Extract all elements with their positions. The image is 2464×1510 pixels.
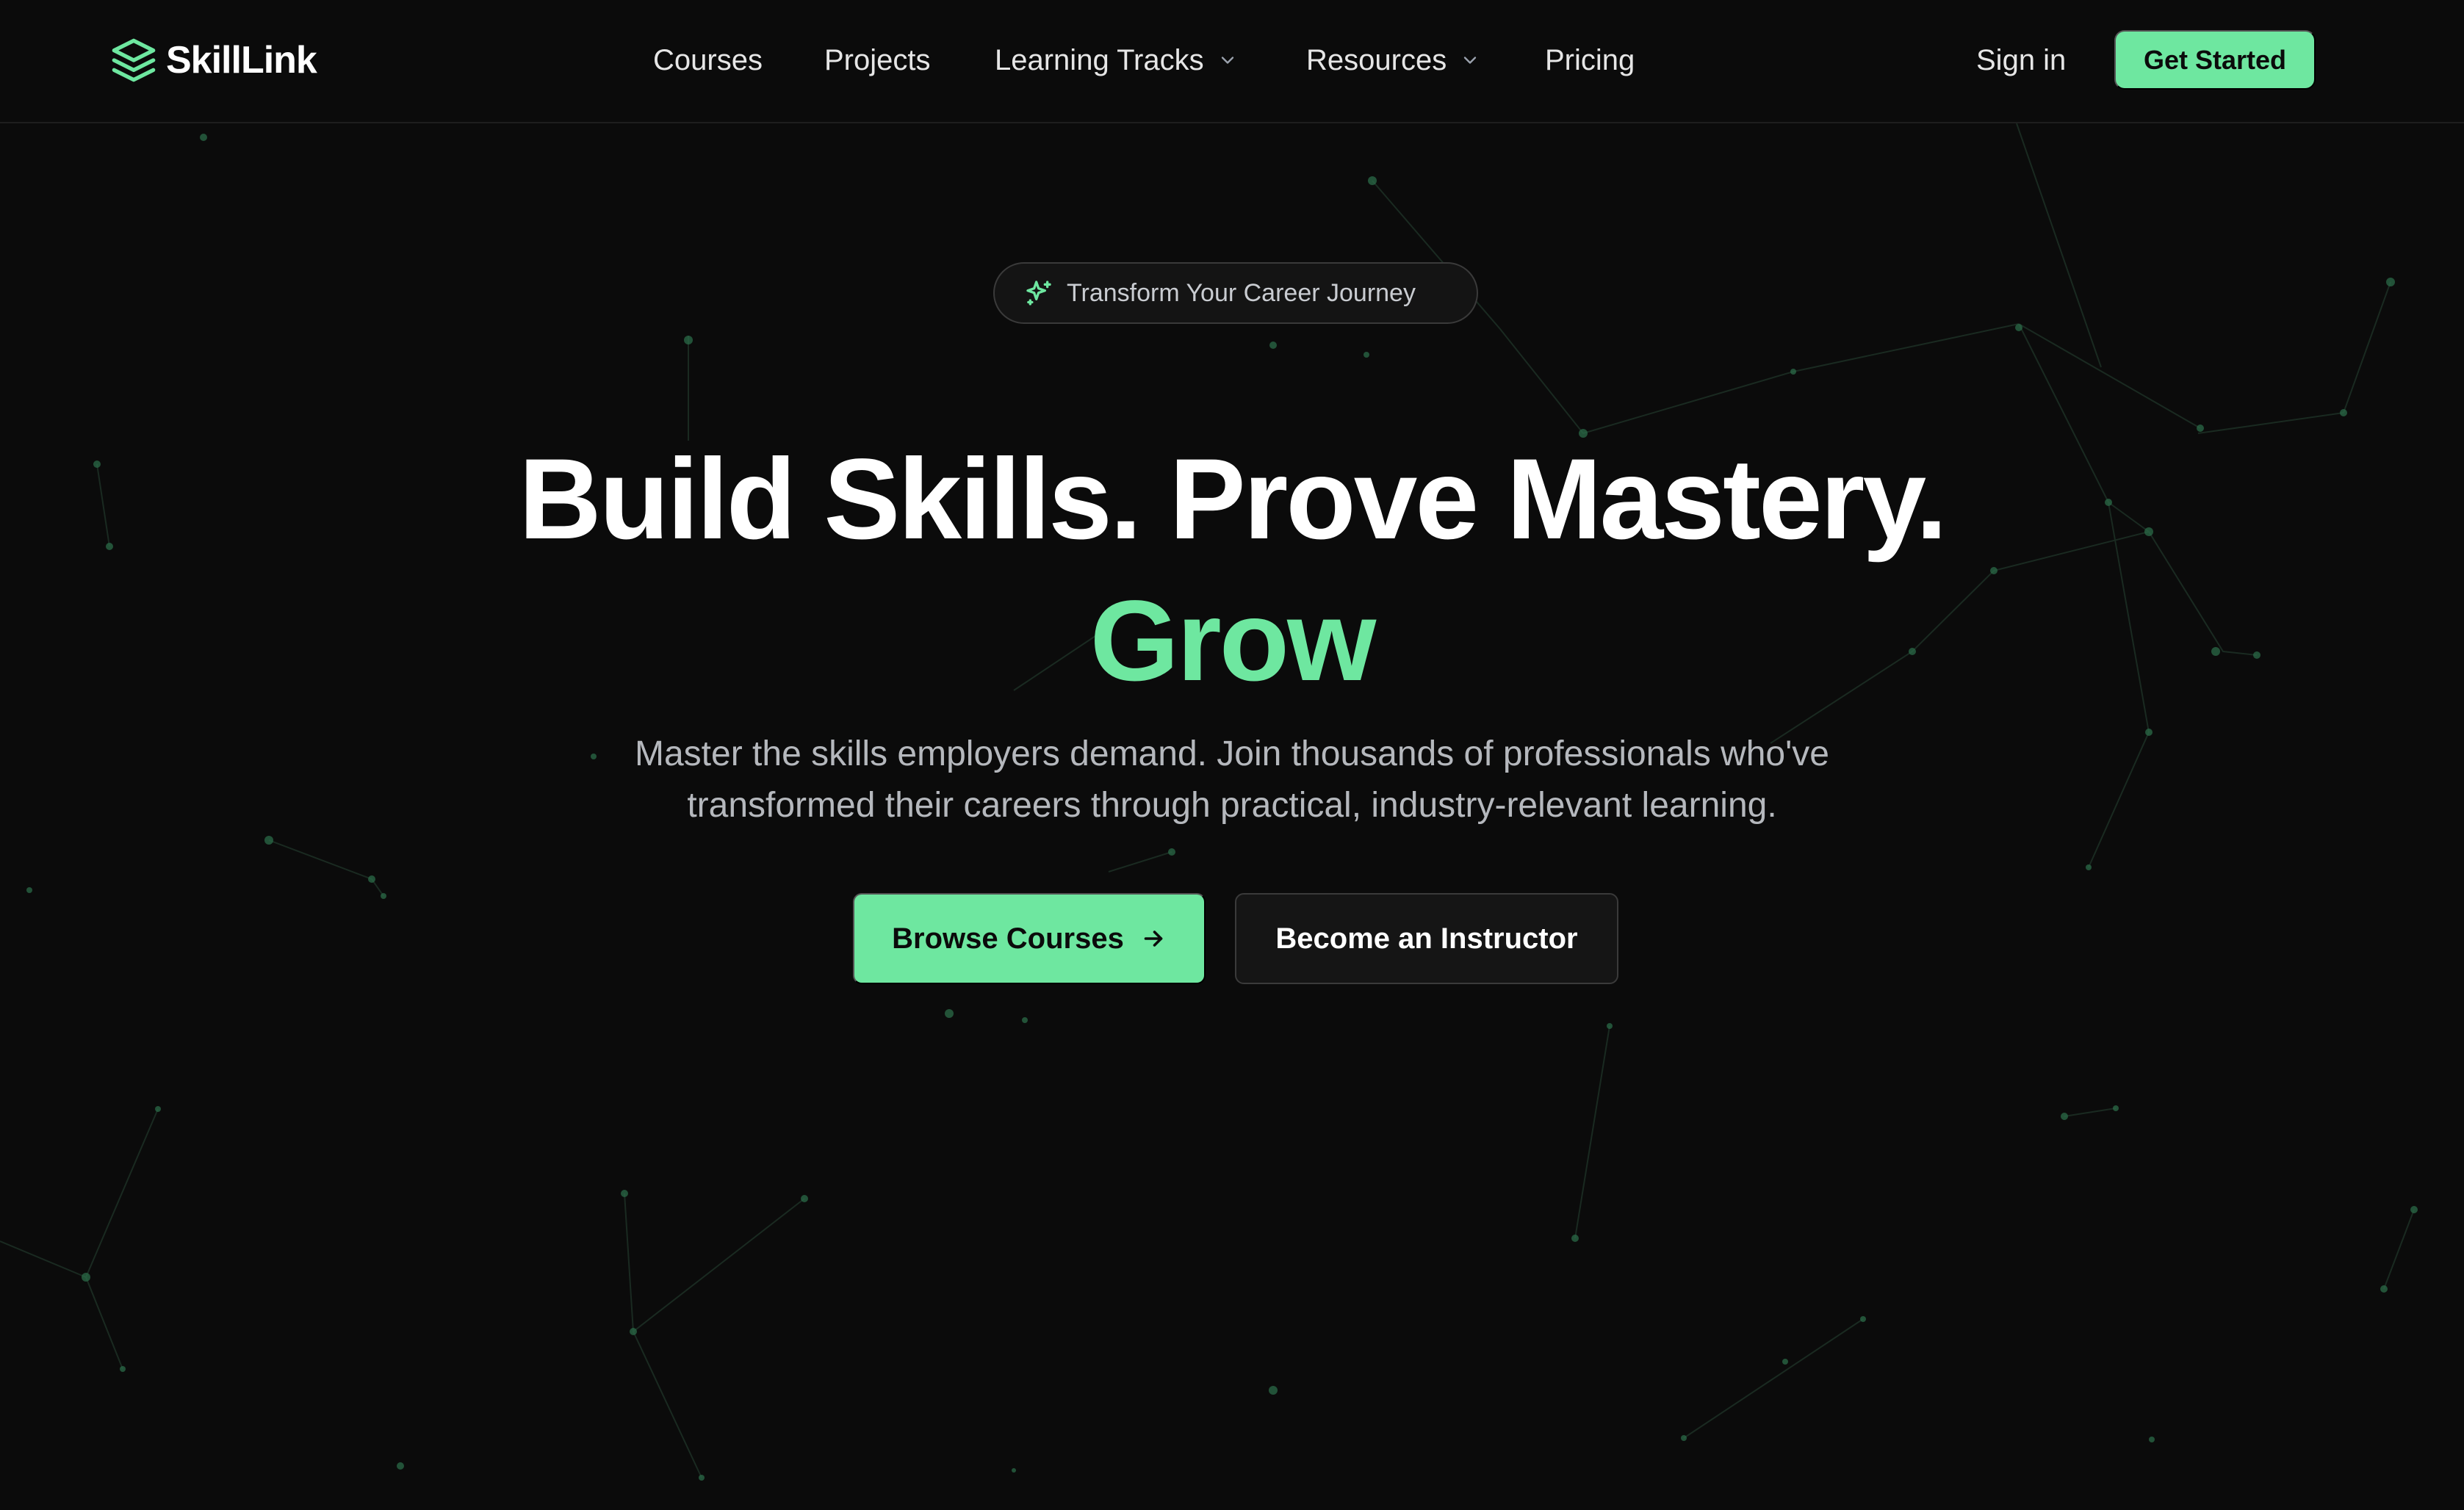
landing-page: SkillLink Courses Projects Learning Trac… <box>0 0 2464 1510</box>
arrow-right-icon <box>1144 931 1163 947</box>
hero-subtitle: Master the skills employers demand. Join… <box>635 734 1829 825</box>
nav-link-learning-tracks[interactable]: Learning Tracks <box>995 38 1238 82</box>
nav-link-label: Courses <box>653 43 763 76</box>
chevron-down-icon <box>1221 57 1233 64</box>
brand-name: SkillLink <box>166 39 317 82</box>
layers-icon <box>112 38 156 82</box>
nav-link-projects[interactable]: Projects <box>824 38 931 82</box>
top-navigation: SkillLink Courses Projects Learning Trac… <box>0 0 2464 123</box>
chevron-down-icon <box>1464 57 1477 64</box>
hero-title: Build Skills. Prove Mastery. <box>519 436 1948 563</box>
nav-link-resources[interactable]: Resources <box>1306 38 1480 82</box>
nav-link-pricing[interactable]: Pricing <box>1545 38 1635 82</box>
become-instructor-label: Become an Instructor <box>1275 922 1578 955</box>
nav-link-label: Projects <box>824 43 931 76</box>
browse-courses-button[interactable]: Browse Courses <box>853 893 1206 984</box>
brand-logo[interactable]: SkillLink <box>110 37 317 84</box>
nav-link-label: Learning Tracks <box>995 43 1204 76</box>
sparkles-icon <box>1026 281 1051 306</box>
hero-accent-word: Grow <box>1089 577 1377 705</box>
browse-courses-label: Browse Courses <box>892 922 1124 955</box>
become-instructor-button[interactable]: Become an Instructor <box>1235 893 1618 984</box>
get-started-button[interactable]: Get Started <box>2114 30 2316 90</box>
nav-link-courses[interactable]: Courses <box>653 38 763 82</box>
nav-link-label: Pricing <box>1545 43 1635 76</box>
hero-badge: Transform Your Career Journey <box>993 262 1478 324</box>
sign-in-link[interactable]: Sign in <box>1976 38 2066 82</box>
nav-link-label: Resources <box>1306 43 1447 76</box>
hero-badge-text: Transform Your Career Journey <box>1067 278 1416 307</box>
